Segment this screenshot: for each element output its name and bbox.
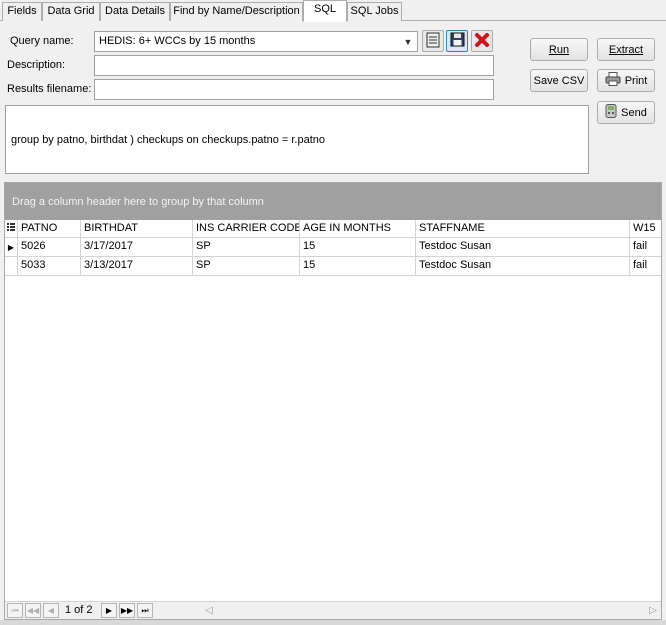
query-name-label: Query name: [10,35,74,47]
print-button[interactable]: Print [597,69,655,92]
cell-age-in-months[interactable]: 15 [300,238,416,256]
chevron-down-icon[interactable]: ▼ [400,33,416,50]
tab-sql[interactable]: SQL [303,0,347,22]
cell-w15[interactable]: fail [630,257,661,275]
results-grid[interactable]: Drag a column header here to group by th… [4,182,662,620]
page-info: 1 of 2 [65,604,93,616]
run-button[interactable]: Run [530,38,588,61]
next-page-icon[interactable]: ▶ [101,603,117,618]
cell-w15[interactable]: fail [630,238,661,256]
current-row-arrow-icon: ▶ [5,238,18,256]
extract-label: Extract [608,43,644,56]
previous-page-icon[interactable]: ◀ [43,603,59,618]
tab-fields[interactable]: Fields [2,2,42,21]
query-name-value: HEDIS: 6+ WCCs by 15 months [99,35,256,47]
last-page-icon[interactable]: ⏭ [137,603,153,618]
cell-birthdat[interactable]: 3/13/2017 [81,257,193,275]
column-header-staffname[interactable]: STAFFNAME [416,220,630,238]
send-label: Send [621,106,647,119]
column-chooser-icon[interactable] [5,220,18,238]
column-header-w15[interactable]: W15 [630,220,661,238]
results-filename-label: Results filename: [7,83,92,95]
floppy-disk-icon [450,32,465,50]
scroll-right-icon[interactable]: ▷ [649,605,657,616]
tab-sql-jobs[interactable]: SQL Jobs [347,2,402,21]
cell-staffname[interactable]: Testdoc Susan [416,238,630,256]
tab-strip: Fields Data Grid Data Details Find by Na… [0,0,666,22]
grid-header: PATNO BIRTHDAT INS CARRIER CODE AGE IN M… [5,220,661,238]
results-filename-field[interactable] [94,79,494,100]
cell-staffname[interactable]: Testdoc Susan [416,257,630,275]
taskbar-strip [0,620,666,625]
tab-find-by-name[interactable]: Find by Name/Description [170,2,303,21]
save-csv-button[interactable]: Save CSV [530,69,588,92]
description-label: Description: [7,59,66,71]
first-page-icon[interactable]: ⏮ [7,603,23,618]
save-query-button[interactable] [446,30,468,52]
load-query-button[interactable] [422,30,444,52]
send-icon [605,104,617,121]
scroll-left-icon[interactable]: ◁ [205,605,213,616]
description-field[interactable] [94,55,494,76]
column-header-birthdat[interactable]: BIRTHDAT [81,220,193,238]
table-row[interactable]: 5033 3/13/2017 SP 15 Testdoc Susan fail [5,257,661,276]
row-indicator [5,257,18,275]
grid-navigator: ⏮ ◀◀ ◀ 1 of 2 ▶ ▶▶ ⏭ ◁ ▷ [5,601,661,619]
cell-patno[interactable]: 5033 [18,257,81,275]
tab-data-details[interactable]: Data Details [100,2,170,21]
print-label: Print [624,74,648,87]
tab-data-grid[interactable]: Data Grid [42,2,100,21]
printer-icon [605,72,621,89]
cell-ins-carrier-code[interactable]: SP [193,238,300,256]
red-x-icon [474,32,490,51]
previous-page-fast-icon[interactable]: ◀◀ [25,603,41,618]
run-label: Run [548,43,570,56]
group-by-hint: Drag a column header here to group by th… [12,196,264,208]
sql-text: group by patno, birthdat ) checkups on c… [11,134,326,146]
column-header-ins-carrier-code[interactable]: INS CARRIER CODE [193,220,300,238]
table-row[interactable]: ▶ 5026 3/17/2017 SP 15 Testdoc Susan fai… [5,238,661,257]
next-page-fast-icon[interactable]: ▶▶ [119,603,135,618]
cell-patno[interactable]: 5026 [18,238,81,256]
query-name-combo[interactable]: HEDIS: 6+ WCCs by 15 months ▼ [94,31,418,52]
column-header-patno[interactable]: PATNO [18,220,81,238]
send-button[interactable]: Send [597,101,655,124]
cell-birthdat[interactable]: 3/17/2017 [81,238,193,256]
column-header-age-in-months[interactable]: AGE IN MONTHS [300,220,416,238]
cell-age-in-months[interactable]: 15 [300,257,416,275]
list-icon [426,32,440,51]
sql-editor[interactable]: group by patno, birthdat ) checkups on c… [5,105,589,174]
group-by-panel[interactable]: Drag a column header here to group by th… [5,183,661,220]
save-csv-label: Save CSV [533,74,585,87]
cell-ins-carrier-code[interactable]: SP [193,257,300,275]
delete-query-button[interactable] [471,30,493,52]
extract-button[interactable]: Extract [597,38,655,61]
